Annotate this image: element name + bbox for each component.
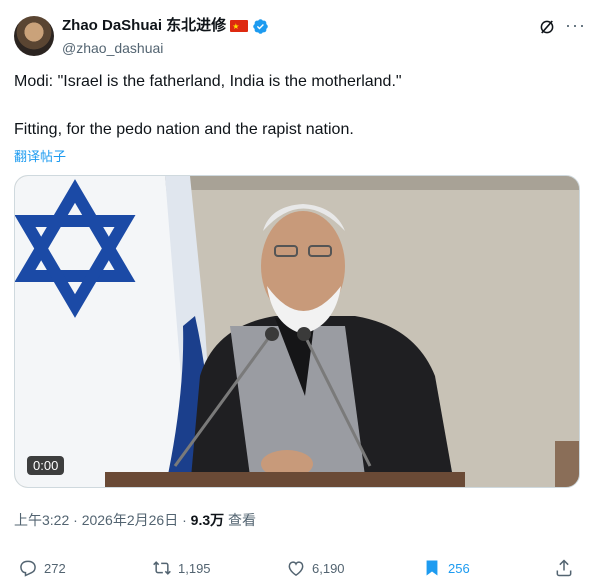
bookmark-count: 256: [448, 560, 470, 576]
video-time-badge: 0:00: [27, 456, 65, 475]
tweet-meta: 上午3:22 · 2026年2月26日 · 9.3万 查看: [14, 512, 257, 528]
like-button[interactable]: 6,190: [286, 558, 345, 578]
tweet-time[interactable]: 上午3:22: [14, 512, 69, 528]
like-icon: [288, 561, 304, 576]
china-flag-icon: [230, 17, 249, 37]
tweet-line-1: Modi: "Israel is the fatherland, India i…: [14, 73, 402, 90]
retweet-button[interactable]: 1,195: [152, 558, 211, 578]
reply-button[interactable]: 272: [18, 558, 66, 578]
verified-icon: [253, 18, 268, 34]
more-icon[interactable]: ···: [565, 16, 586, 34]
tweet-date[interactable]: 2026年2月26日: [82, 512, 179, 528]
share-icon: [556, 559, 572, 577]
handle[interactable]: @zhao_dashuai: [62, 38, 269, 58]
wall-trim: [165, 176, 579, 190]
tweet-text: Modi: "Israel is the fatherland, India i…: [14, 72, 584, 140]
bookmark-button[interactable]: 256: [422, 558, 470, 578]
video-player[interactable]: 0:00: [14, 175, 580, 488]
chair: [555, 441, 579, 487]
grok-icon[interactable]: [538, 18, 556, 36]
views-label: 查看: [228, 512, 257, 528]
tweet-header: Zhao DaShuai 东北进修 @zhao_dashuai ···: [14, 14, 586, 58]
reply-count: 272: [44, 560, 66, 576]
video-frame: [15, 176, 579, 487]
reply-icon: [20, 560, 36, 577]
action-bar: 272 1,195 6,190 256: [14, 556, 574, 580]
share-button[interactable]: [554, 558, 574, 578]
retweet-count: 1,195: [178, 560, 211, 576]
mic-left: [265, 327, 279, 341]
display-name[interactable]: Zhao DaShuai 东北进修: [62, 16, 226, 36]
author-block: Zhao DaShuai 东北进修 @zhao_dashuai: [62, 16, 269, 58]
translate-link[interactable]: 翻译帖子: [14, 146, 66, 165]
mic-right: [297, 327, 311, 341]
like-count: 6,190: [312, 560, 345, 576]
podium: [105, 472, 465, 487]
views-count: 9.3万: [190, 512, 225, 528]
retweet-icon: [153, 561, 171, 575]
avatar[interactable]: [14, 16, 54, 56]
bookmark-icon: [426, 560, 438, 576]
tweet-line-2: Fitting, for the pedo nation and the rap…: [14, 121, 354, 138]
